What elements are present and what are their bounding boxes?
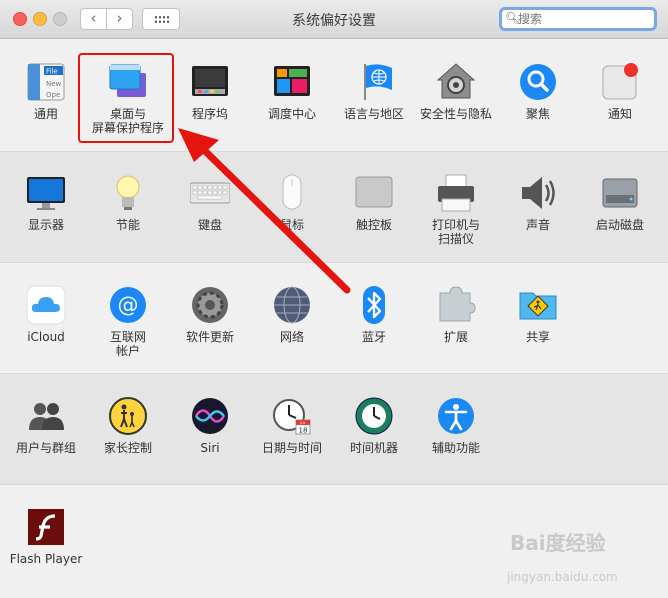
watermark-logo: Bai度经验 [510, 531, 606, 555]
annotation-arrow [178, 128, 351, 294]
watermark-url: jingyan.baidu.com [507, 570, 618, 584]
